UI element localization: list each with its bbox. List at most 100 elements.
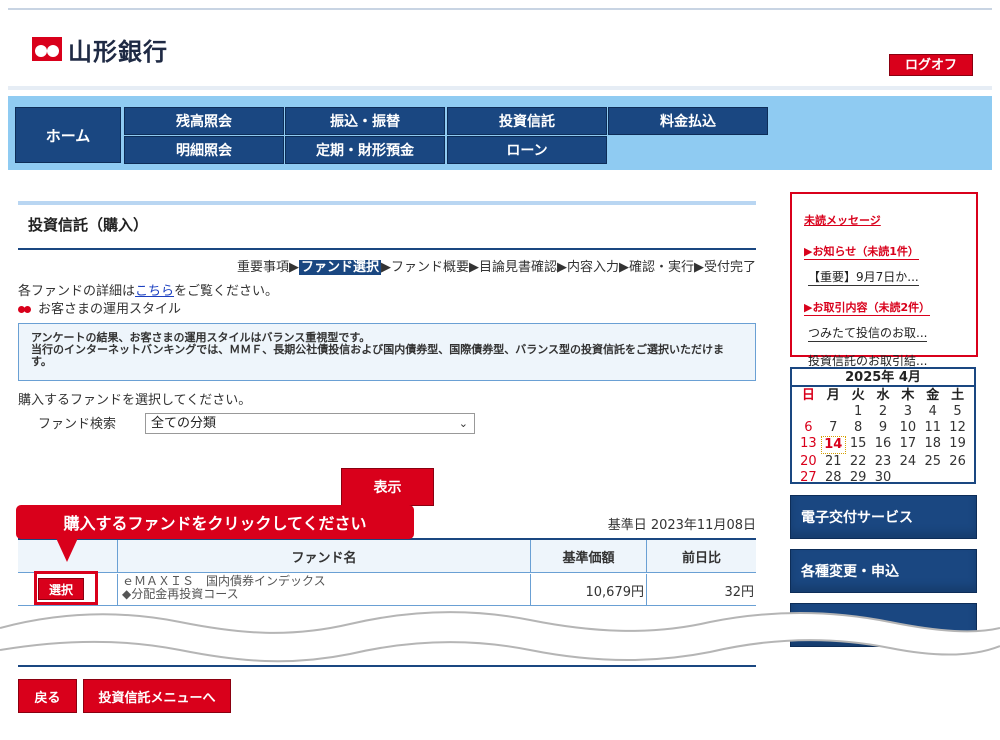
calendar-day[interactable]: 6 bbox=[796, 420, 821, 436]
nav-home[interactable]: ホーム bbox=[15, 107, 121, 163]
top-rule bbox=[8, 8, 992, 10]
nav-time-deposit[interactable]: 定期・財形預金 bbox=[285, 136, 445, 164]
callout-pointer bbox=[56, 538, 78, 562]
calendar-day[interactable]: 15 bbox=[846, 436, 871, 454]
calendar-day[interactable]: 22 bbox=[846, 454, 871, 470]
investment-menu-button[interactable]: 投資信託メニューへ bbox=[83, 679, 231, 713]
cherry-logo-icon bbox=[32, 37, 62, 61]
calendar-day[interactable]: 25 bbox=[920, 454, 945, 470]
calendar-weekday: 木 bbox=[901, 388, 915, 403]
steps-before: 重要事項▶ bbox=[236, 260, 299, 275]
header-divider bbox=[8, 86, 992, 90]
instruction-callout: 購入するファンドをクリックしてください bbox=[16, 505, 414, 539]
calendar-weekday: 土 bbox=[951, 388, 965, 403]
calendar-day[interactable]: 30 bbox=[871, 470, 896, 486]
calendar-day bbox=[821, 404, 846, 420]
calendar-grid: 日月火水木金土 1 2 3 4 5 6 7 8 9 10 11 12 13 14 15 16 17 18 19 20 21… bbox=[792, 387, 974, 486]
calendar-day[interactable]: 24 bbox=[895, 454, 920, 470]
step-current: ファンド選択 bbox=[298, 260, 381, 275]
calendar-day[interactable]: 19 bbox=[945, 436, 970, 454]
fund-detail-note: 各ファンドの詳細はこちらをご覧ください。 bbox=[18, 280, 278, 299]
nav-balance-inquiry[interactable]: 残高照会 bbox=[124, 107, 284, 135]
calendar-weekday: 水 bbox=[876, 388, 890, 403]
investment-style-label: お客さまの運用スタイル bbox=[38, 302, 182, 317]
steps-after: ▶ファンド概要▶目論見書確認▶内容入力▶確認・実行▶受付完了 bbox=[381, 260, 756, 275]
calendar-day[interactable]: 14 bbox=[820, 436, 846, 454]
nav-statement-inquiry[interactable]: 明細照会 bbox=[124, 136, 284, 164]
trade-item-1[interactable]: つみたて投信のお取... bbox=[808, 324, 928, 342]
calendar-day[interactable]: 21 bbox=[821, 454, 846, 470]
calendar-weekday: 金 bbox=[926, 388, 940, 403]
nav-loan[interactable]: ローン bbox=[447, 136, 607, 164]
fund-table-header: ファンド名 基準価額 前日比 bbox=[18, 540, 756, 573]
calendar-day[interactable]: 27 bbox=[796, 470, 821, 486]
calendar-day[interactable]: 28 bbox=[821, 470, 846, 486]
calendar-title: 2025年 4月 bbox=[792, 369, 974, 387]
unread-messages-link[interactable]: 未読メッセージ bbox=[804, 212, 964, 228]
calendar-day[interactable]: 5 bbox=[945, 404, 970, 420]
fund-category-value: 全ての分類 bbox=[151, 416, 217, 431]
calendar-day[interactable]: 26 bbox=[945, 454, 970, 470]
trade-heading[interactable]: ▶お取引内容（未読2件） bbox=[804, 299, 931, 316]
nav-bill-payment[interactable]: 料金払込 bbox=[608, 107, 768, 135]
calendar-day[interactable]: 10 bbox=[895, 420, 920, 436]
calendar-day[interactable]: 13 bbox=[796, 436, 821, 454]
page-title: 投資信託（購入） bbox=[28, 216, 149, 234]
nav-transfer[interactable]: 振込・振替 bbox=[285, 107, 445, 135]
calendar-day[interactable]: 2 bbox=[871, 404, 896, 420]
bank-logo[interactable]: 山形銀行 bbox=[32, 34, 168, 66]
base-date: 基準日 2023年11月08日 bbox=[607, 518, 756, 533]
nav-investment-trust[interactable]: 投資信託 bbox=[447, 107, 607, 135]
fund-category-select[interactable]: 全ての分類 ⌄ bbox=[145, 413, 475, 434]
progress-steps: 重要事項▶ ファンド選択 ▶ファンド概要▶目論見書確認▶内容入力▶確認・実行▶受付完… bbox=[237, 256, 756, 275]
calendar-day[interactable]: 23 bbox=[871, 454, 896, 470]
calendar-day[interactable]: 18 bbox=[920, 436, 945, 454]
calendar-day[interactable]: 12 bbox=[945, 420, 970, 436]
calendar-day[interactable]: 3 bbox=[895, 404, 920, 420]
calendar-weekday: 日 bbox=[801, 388, 815, 403]
e-delivery-button[interactable]: 電子交付サービス bbox=[790, 495, 977, 539]
chevron-down-icon: ⌄ bbox=[458, 417, 468, 430]
detail-note-pre: 各ファンドの詳細は bbox=[18, 284, 136, 299]
calendar-day[interactable]: 9 bbox=[871, 420, 896, 436]
calendar-day bbox=[920, 470, 945, 486]
calendar-weekday: 火 bbox=[851, 388, 865, 403]
calendar-day[interactable]: 1 bbox=[846, 404, 871, 420]
select-fund-prompt: 購入するファンドを選択してください。 bbox=[18, 393, 252, 408]
fund-detail-link[interactable]: こちら bbox=[135, 284, 174, 299]
unread-messages-box: 未読メッセージ ▶お知らせ（未読1件） 【重要】9月7日か... ▶お取引内容（… bbox=[790, 192, 978, 370]
change-application-button[interactable]: 各種変更・申込 bbox=[790, 549, 977, 593]
bottom-divider bbox=[18, 665, 756, 667]
back-button[interactable]: 戻る bbox=[18, 679, 77, 713]
investment-style-heading: お客さまの運用スタイル bbox=[18, 298, 181, 317]
calendar-day[interactable]: 4 bbox=[920, 404, 945, 420]
calendar-day bbox=[796, 404, 821, 420]
notice-heading[interactable]: ▶お知らせ（未読1件） bbox=[804, 243, 919, 260]
fund-search-label: ファンド検索 bbox=[38, 417, 117, 432]
calendar: 2025年 4月 日月火水木金土 1 2 3 4 5 6 7 8 9 10 11 12 13 14 15 16 1… bbox=[790, 367, 976, 486]
survey-line-2: 当行のインターネットバンキングでは、ＭＭＦ、長期公社債投信および国内債券型、国際… bbox=[31, 343, 724, 368]
survey-result-box: アンケートの結果、お客さまの運用スタイルはバランス重視型です。 当行のインターネ… bbox=[18, 323, 756, 381]
show-button[interactable]: 表示 bbox=[341, 468, 434, 506]
bank-name: 山形銀行 bbox=[68, 36, 168, 66]
calendar-day bbox=[945, 470, 970, 486]
detail-note-post: をご覧ください。 bbox=[174, 284, 279, 299]
header-base-price: 基準価額 bbox=[530, 540, 646, 573]
header-day-change: 前日比 bbox=[646, 540, 756, 573]
title-divider bbox=[18, 248, 756, 250]
cherry-icon bbox=[18, 302, 32, 314]
calendar-day[interactable]: 16 bbox=[871, 436, 896, 454]
notice-item[interactable]: 【重要】9月7日か... bbox=[808, 268, 919, 286]
calendar-day[interactable]: 20 bbox=[796, 454, 821, 470]
logout-button[interactable]: ログオフ bbox=[889, 54, 973, 76]
torn-paper-divider bbox=[0, 611, 1000, 663]
panel-top-bar bbox=[18, 201, 756, 205]
header-fund-name: ファンド名 bbox=[117, 540, 530, 573]
calendar-day bbox=[895, 470, 920, 486]
calendar-weekday: 月 bbox=[826, 388, 840, 403]
calendar-day[interactable]: 8 bbox=[846, 420, 871, 436]
calendar-day[interactable]: 11 bbox=[920, 420, 945, 436]
calendar-day[interactable]: 29 bbox=[846, 470, 871, 486]
calendar-day[interactable]: 7 bbox=[821, 420, 846, 436]
calendar-day[interactable]: 17 bbox=[895, 436, 920, 454]
